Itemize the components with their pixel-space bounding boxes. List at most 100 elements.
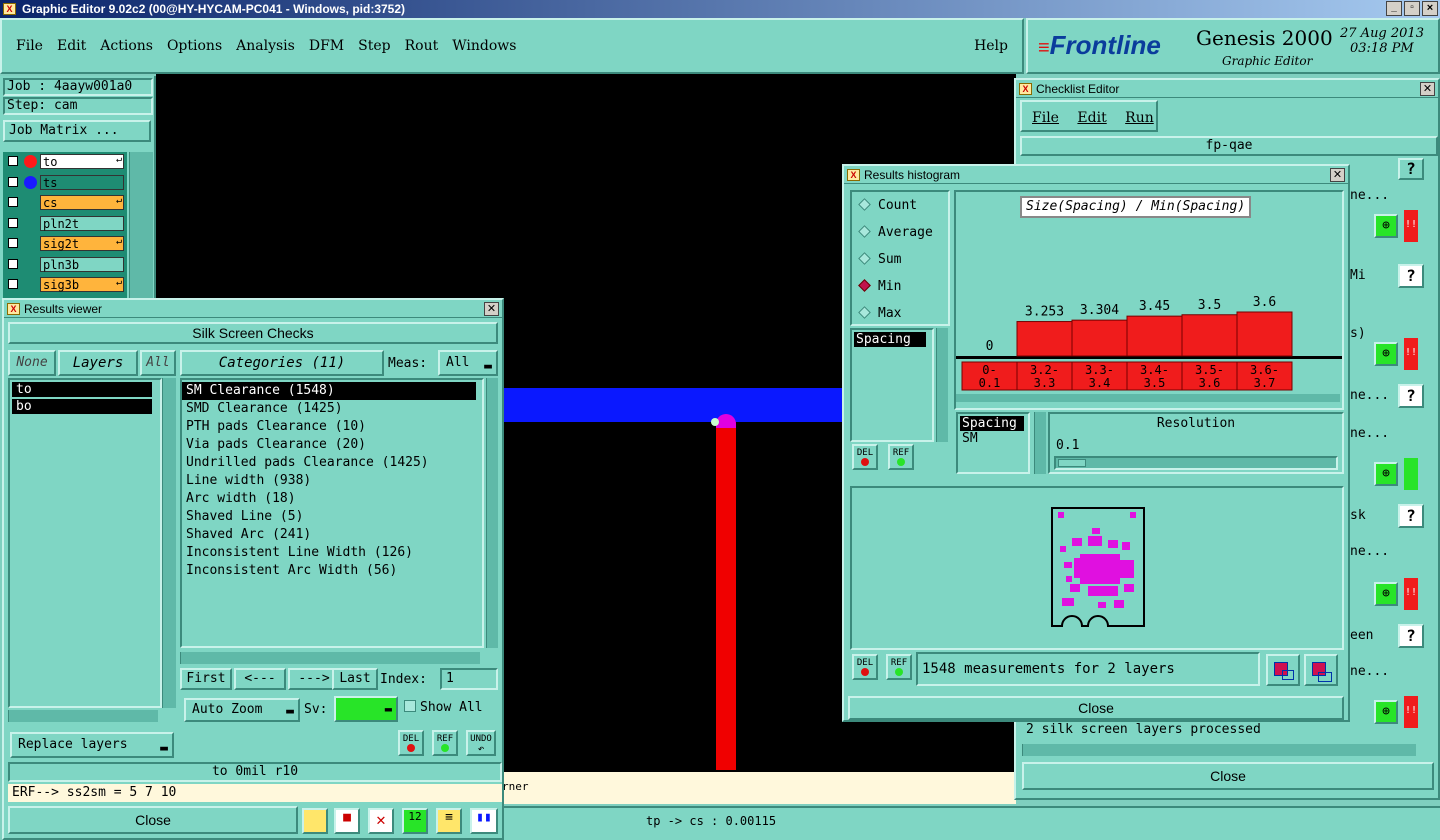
histogram-bar[interactable]: [1071, 319, 1128, 357]
histogram-bar[interactable]: [1016, 321, 1073, 357]
index-input[interactable]: 1: [440, 668, 498, 690]
mode-sum-radio[interactable]: Sum: [856, 248, 901, 272]
category-item[interactable]: Undrilled pads Clearance (1425): [182, 454, 482, 472]
layer-results-hscroll[interactable]: [8, 710, 158, 722]
layer-name[interactable]: pln2t: [40, 215, 124, 231]
layer-name[interactable]: to: [40, 154, 124, 169]
layer-checkbox[interactable]: [8, 258, 18, 269]
menu-step[interactable]: Step: [358, 38, 390, 54]
notes-icon[interactable]: ≡: [436, 808, 462, 834]
all-button[interactable]: All: [140, 350, 176, 376]
layer-name[interactable]: pln3b: [40, 256, 124, 272]
categories-scrollbar[interactable]: [486, 378, 498, 648]
chart-tool-icon[interactable]: [302, 808, 328, 834]
none-button[interactable]: None: [8, 350, 56, 376]
histogram-close-button[interactable]: Close: [848, 696, 1344, 720]
checklist-menu-edit[interactable]: Edit: [1077, 110, 1106, 126]
categories-hscroll[interactable]: [180, 652, 480, 664]
category-item[interactable]: SM Clearance (1548): [182, 382, 476, 400]
menu-options[interactable]: Options: [167, 38, 222, 54]
layer-row-ts[interactable]: ts: [6, 174, 124, 190]
zoom-icon[interactable]: ⊕: [1374, 462, 1398, 486]
category-item[interactable]: PTH pads Clearance (10): [182, 418, 482, 436]
last-button[interactable]: Last: [332, 668, 378, 690]
category-item[interactable]: Shaved Arc (241): [182, 526, 482, 544]
histogram-close-icon[interactable]: ✕: [1330, 168, 1345, 182]
zoom-to-all-icon[interactable]: [1304, 654, 1338, 686]
numbered-list-icon[interactable]: 12: [402, 808, 428, 834]
resolution-slider-thumb[interactable]: [1058, 459, 1086, 467]
sub-measure-item[interactable]: SM: [960, 431, 1026, 446]
ref-button[interactable]: REF: [432, 730, 458, 756]
del-button[interactable]: DEL: [398, 730, 424, 756]
layer-checkbox[interactable]: [8, 217, 18, 228]
checklist-menu-run[interactable]: Run: [1125, 110, 1154, 126]
category-item[interactable]: Arc width (18): [182, 490, 482, 508]
layer-checkbox[interactable]: [8, 156, 18, 166]
menu-rout[interactable]: Rout: [405, 38, 439, 54]
category-item[interactable]: Shaved Line (5): [182, 508, 482, 526]
replace-layers-dropdown[interactable]: Replace layers ▬: [10, 732, 174, 758]
sv-dropdown[interactable]: ▬: [334, 696, 398, 722]
job-matrix-button[interactable]: Job Matrix ...: [3, 120, 151, 142]
help-icon[interactable]: ?: [1398, 384, 1424, 408]
help-menu[interactable]: Help: [974, 38, 1008, 54]
sub-measure-item[interactable]: Spacing: [960, 416, 1024, 431]
layer-checkbox[interactable]: [8, 238, 18, 248]
checklist-editor-close-icon[interactable]: ✕: [1420, 82, 1435, 96]
zoom-icon[interactable]: ⊕: [1374, 342, 1398, 366]
menu-edit[interactable]: Edit: [57, 38, 86, 54]
histogram-bar[interactable]: [1236, 311, 1293, 357]
category-item[interactable]: Inconsistent Line Width (126): [182, 544, 482, 562]
menu-analysis[interactable]: Analysis: [236, 38, 295, 54]
layer-name[interactable]: sig2t: [40, 236, 124, 251]
prev-button[interactable]: <---: [234, 668, 286, 690]
auto-zoom-dropdown[interactable]: Auto Zoom ▬: [184, 698, 300, 722]
ref-cross-icon[interactable]: ✕: [368, 808, 394, 834]
menu-dfm[interactable]: DFM: [309, 38, 344, 54]
report-icon[interactable]: ■: [334, 808, 360, 834]
help-icon[interactable]: ?: [1398, 624, 1424, 648]
histogram-ref-top[interactable]: REF: [888, 444, 914, 470]
close-window-button[interactable]: ×: [1422, 1, 1438, 16]
zoom-icon[interactable]: ⊕: [1374, 700, 1398, 724]
layer-results-scrollbar[interactable]: [162, 378, 176, 708]
zoom-icon[interactable]: ⊕: [1374, 582, 1398, 606]
zoom-to-result-icon[interactable]: [1266, 654, 1300, 686]
layer-name[interactable]: cs: [40, 195, 124, 210]
undo-button[interactable]: UNDO ↶: [466, 730, 496, 756]
histogram-icon[interactable]: ▮▮: [470, 808, 498, 834]
resolution-slider[interactable]: [1054, 456, 1338, 470]
mode-count-radio[interactable]: Count: [856, 194, 917, 218]
menu-windows[interactable]: Windows: [452, 38, 516, 54]
menu-actions[interactable]: Actions: [100, 38, 153, 54]
layer-checkbox[interactable]: [8, 176, 18, 187]
checklist-hscroll[interactable]: [1022, 744, 1416, 756]
category-item[interactable]: Inconsistent Arc Width (56): [182, 562, 482, 580]
layer-row-pln2t[interactable]: pln2t: [6, 215, 124, 231]
mode-max-radio[interactable]: Max: [856, 302, 901, 326]
help-icon[interactable]: ?: [1398, 504, 1424, 528]
zoom-icon[interactable]: ⊕: [1374, 214, 1398, 238]
histogram-ref-button[interactable]: REF: [886, 654, 912, 680]
sub-measure-scrollbar[interactable]: [1034, 412, 1046, 474]
mode-min-radio[interactable]: Min: [856, 275, 901, 299]
first-button[interactable]: First: [180, 668, 232, 690]
checklist-close-button[interactable]: Close: [1022, 762, 1434, 790]
histogram-bar[interactable]: [1126, 315, 1183, 357]
histogram-hscroll[interactable]: [956, 394, 1340, 402]
histogram-bar[interactable]: [1181, 314, 1238, 357]
layers-button[interactable]: Layers: [58, 350, 138, 376]
histogram-del-button[interactable]: DEL: [852, 654, 878, 680]
histogram-del-top[interactable]: DEL: [852, 444, 878, 470]
layer-row-sig3b[interactable]: sig3b ↵: [6, 277, 124, 292]
layer-result-item[interactable]: to: [12, 382, 152, 397]
measure-item[interactable]: Spacing: [854, 332, 926, 347]
restore-button[interactable]: ▫: [1404, 1, 1420, 16]
results-close-button[interactable]: Close: [8, 806, 298, 834]
help-icon[interactable]: ?: [1398, 158, 1424, 180]
layer-checkbox[interactable]: [8, 197, 18, 207]
menu-file[interactable]: File: [16, 38, 43, 54]
mode-average-radio[interactable]: Average: [856, 221, 933, 245]
layer-row-to[interactable]: to ↵: [6, 154, 124, 169]
